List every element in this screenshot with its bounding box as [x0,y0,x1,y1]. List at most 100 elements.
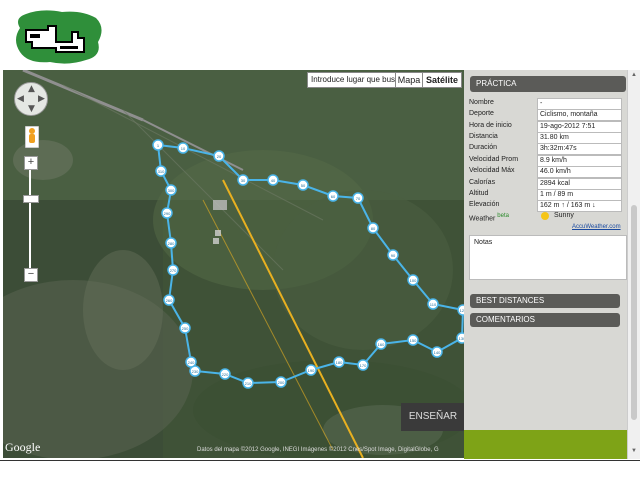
route-marker-label: 10 [181,146,186,151]
route-marker-label: 220 [222,372,229,377]
field-value: 46.0 km/h [537,166,622,178]
route-marker-label: 190 [308,368,315,373]
route-marker-label: 180 [336,360,343,365]
top-bar [0,0,640,70]
route-marker-label: 150 [410,338,417,343]
route-marker-label: 250 [182,326,189,331]
route-marker[interactable]: 70 [352,192,364,204]
route-marker[interactable]: 190 [305,364,317,376]
route-marker-label: 160 [378,342,385,347]
route-marker[interactable]: 1 [152,139,164,151]
best-distances-button[interactable]: BEST DISTANCES [470,294,620,308]
route-marker[interactable]: 220 [219,368,231,380]
page-scrollbar[interactable]: ▲ ▼ [627,70,640,459]
route-marker-label: 80 [371,226,376,231]
route-marker[interactable]: 260 [163,294,175,306]
zoom-in-button[interactable]: + [24,156,38,170]
street-view-pegman-icon[interactable] [25,126,39,148]
field-label: Duración [469,144,498,151]
field-label: Altitud [469,190,489,197]
route-marker-label: 110 [430,302,437,307]
route-marker-label: 70 [356,196,361,201]
scroll-up-icon[interactable]: ▲ [631,72,637,78]
beta-badge: beta [497,213,509,219]
pan-down-icon[interactable]: ▼ [28,104,35,114]
route-marker-label: 200 [278,380,285,385]
field-label: Velocidad Prom [469,156,519,163]
route-marker[interactable]: 290 [161,207,173,219]
route-marker[interactable]: 270 [167,264,179,276]
scrollbar-thumb[interactable] [631,205,637,420]
route-marker[interactable]: 110 [427,298,439,310]
route-marker[interactable]: 60 [327,190,339,202]
zoom-out-button[interactable]: − [24,268,38,282]
route-marker[interactable]: 80 [367,222,379,234]
route-marker[interactable]: 250 [179,322,191,334]
pan-control[interactable]: ▲ ▼ ◀ ▶ [14,82,48,116]
field-value: 162 m ↑ / 163 m ↓ [537,200,622,212]
route-marker-label: 170 [360,363,367,368]
route-marker[interactable]: 310 [155,165,167,177]
route-marker-label: 40 [271,178,276,183]
map-search-input[interactable]: Introduce lugar que buscas [307,72,398,88]
route-marker-label: 60 [331,194,336,199]
route-markers: 1102030405060708090100110120130140150160… [152,139,464,389]
route-marker-label: 260 [166,298,173,303]
zoom-slider-track[interactable] [29,170,31,270]
field-value: Ciclismo, montaña [537,109,622,121]
page-footer [0,460,640,482]
route-marker-label: 240 [188,360,195,365]
route-marker[interactable]: 90 [387,249,399,261]
route-map[interactable]: 1102030405060708090100110120130140150160… [3,70,464,458]
route-marker-label: 230 [192,369,199,374]
route-marker-label: 100 [410,278,417,283]
route-marker[interactable]: 130 [456,332,464,344]
route-marker[interactable]: 180 [333,356,345,368]
route-marker[interactable]: 170 [357,359,369,371]
map-type-mapa-button[interactable]: Mapa [395,72,423,88]
route-marker-label: 310 [158,169,165,174]
show-button[interactable]: ENSEÑAR [401,403,464,431]
route-marker-label: 20 [217,154,222,159]
route-marker[interactable]: 280 [165,237,177,249]
weather-label-text: Weather [469,215,496,223]
route-marker[interactable]: 40 [267,174,279,186]
route-marker-label: 270 [170,268,177,273]
panel-title: PRÁCTICA [470,76,626,92]
activity-panel: PRÁCTICA Nombre - Deporte Ciclismo, mont… [464,70,627,459]
route-marker[interactable]: 30 [237,174,249,186]
accuweather-link[interactable]: AccuWeather.com [572,224,621,230]
route-marker[interactable]: 210 [242,377,254,389]
route-marker-label: 290 [164,211,171,216]
route-marker[interactable]: 140 [431,346,443,358]
pan-up-icon[interactable]: ▲ [28,84,35,94]
route-marker[interactable]: 10 [177,142,189,154]
map-attribution: Datos del mapa ©2012 Google, INEGI Imáge… [197,447,439,453]
google-logo: Google [5,440,41,454]
route-marker-label: 280 [168,241,175,246]
pan-left-icon[interactable]: ◀ [17,94,24,104]
comments-button[interactable]: COMENTARIOS [470,313,620,327]
route-marker-label: 140 [434,350,441,355]
route-marker[interactable]: 20 [213,150,225,162]
zoom-slider-handle[interactable] [23,195,39,203]
field-label: Nombre [469,99,494,106]
route-marker[interactable]: 200 [275,376,287,388]
route-marker-label: 90 [391,253,396,258]
sunny-icon [541,212,549,220]
map-type-satelite-button[interactable]: Satélite [422,72,462,88]
pan-right-icon[interactable]: ▶ [38,94,45,104]
route-marker-label: 300 [168,188,175,193]
site-logo[interactable] [12,8,104,66]
weather-value: Sunny [554,212,574,219]
route-marker[interactable]: 100 [407,274,419,286]
field-label: Velocidad Máx [469,167,515,174]
notes-field[interactable]: Notas [469,235,627,280]
route-marker[interactable]: 300 [165,184,177,196]
route-marker[interactable]: 150 [407,334,419,346]
scroll-down-icon[interactable]: ▼ [631,448,637,454]
route-marker[interactable]: 240 [185,356,197,368]
route-marker[interactable]: 50 [297,179,309,191]
route-marker[interactable]: 160 [375,338,387,350]
field-label: Calorías [469,179,496,186]
